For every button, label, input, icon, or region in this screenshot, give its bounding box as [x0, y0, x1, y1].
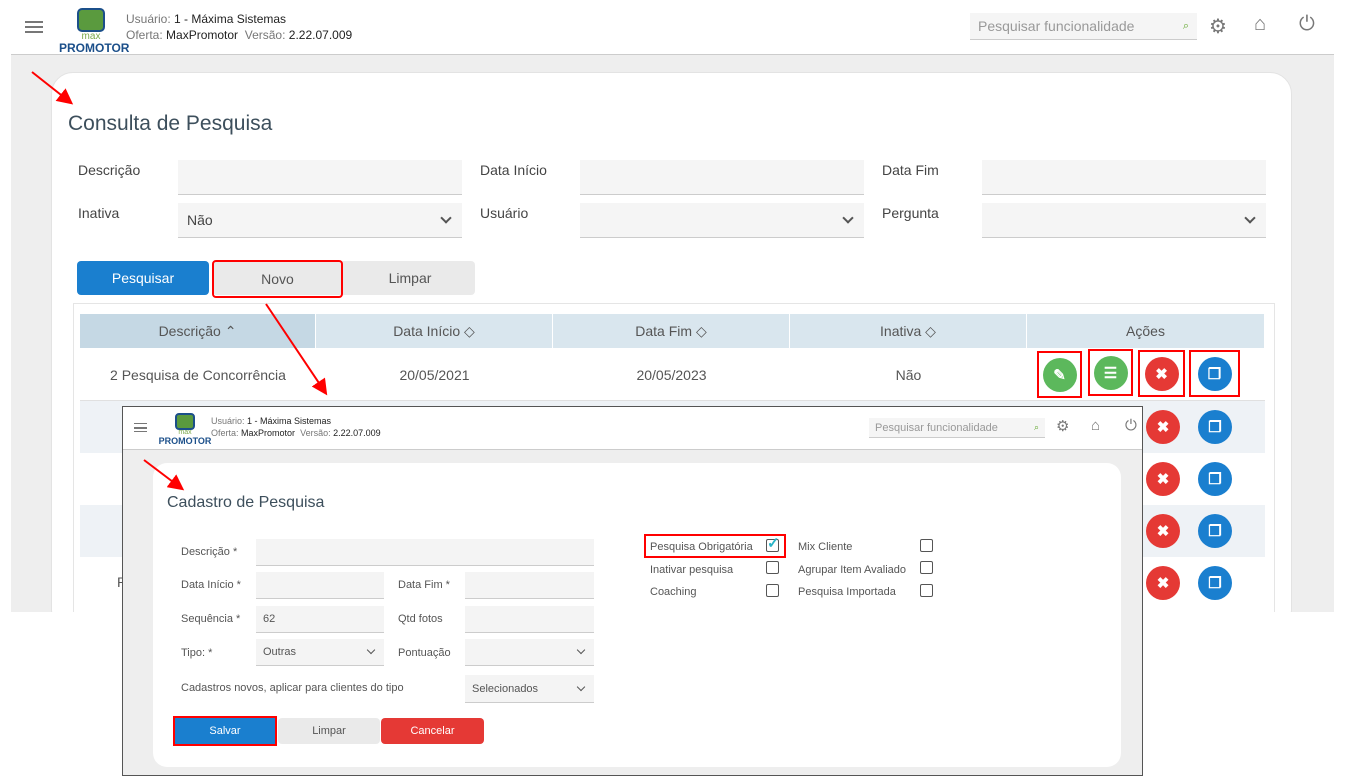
arrow-to-inset — [265, 303, 328, 396]
arrow-to-title — [31, 71, 74, 105]
annotation-arrows — [31, 71, 328, 491]
arrow-to-cadastro-title — [143, 459, 185, 491]
